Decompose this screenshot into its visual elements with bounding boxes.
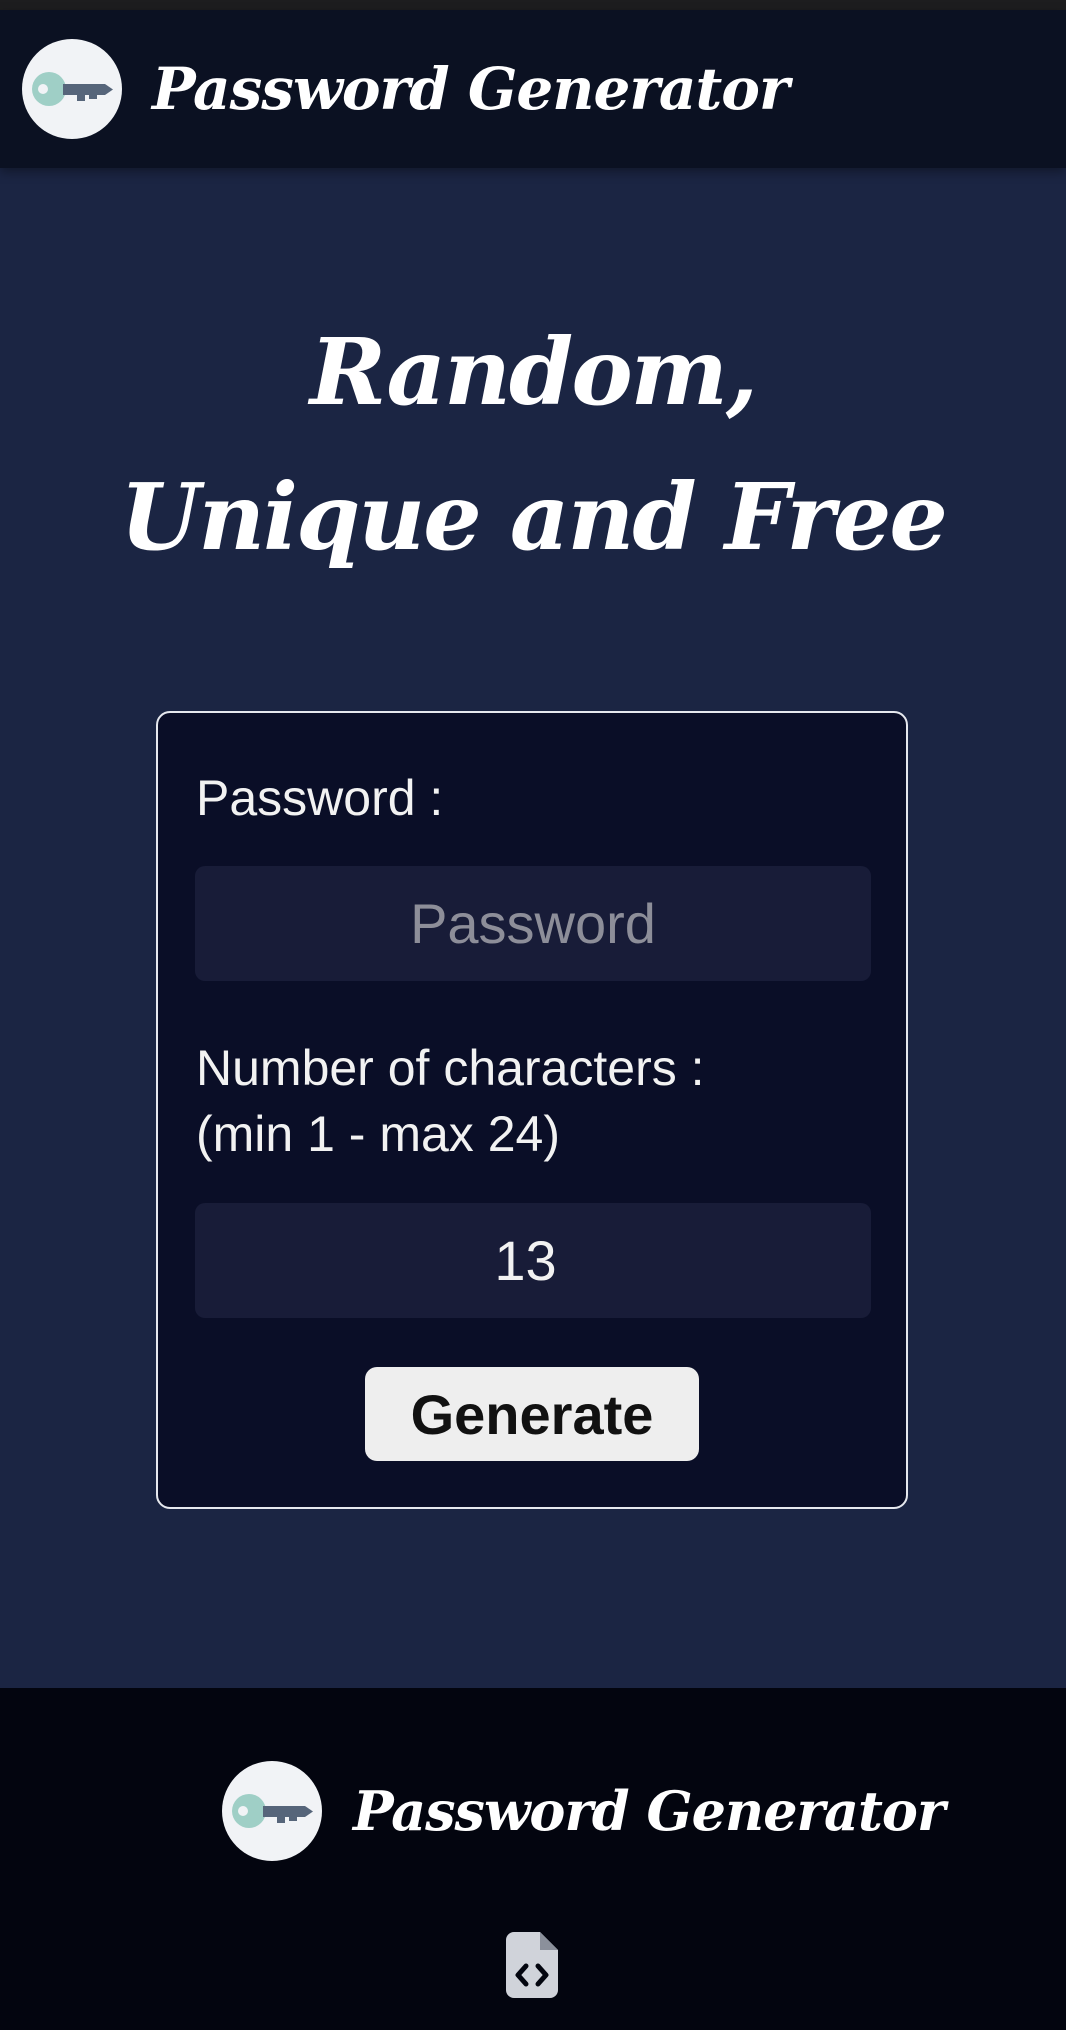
hero-heading: Random, Unique and Free bbox=[0, 300, 1066, 590]
app-header: Password Generator bbox=[0, 10, 1066, 168]
length-range-hint: (min 1 - max 24) bbox=[196, 1106, 560, 1162]
hero-line-1: Random, bbox=[309, 318, 758, 426]
footer-logo[interactable] bbox=[222, 1761, 322, 1861]
generator-card: Password : Number of characters : (min 1… bbox=[156, 711, 908, 1509]
code-file-icon[interactable] bbox=[506, 1932, 558, 1998]
app-footer: Password Generator bbox=[0, 1688, 1066, 2030]
generate-button[interactable]: Generate bbox=[365, 1367, 699, 1461]
password-label: Password : bbox=[196, 770, 444, 826]
footer-brand[interactable]: Password Generator bbox=[353, 1778, 945, 1844]
key-icon bbox=[32, 72, 113, 106]
status-strip bbox=[0, 0, 1066, 10]
key-icon bbox=[232, 1794, 313, 1828]
password-output-field[interactable] bbox=[195, 866, 871, 981]
length-label: Number of characters : bbox=[196, 1040, 705, 1096]
app-title[interactable]: Password Generator bbox=[152, 54, 790, 124]
header-logo[interactable] bbox=[22, 39, 122, 139]
length-input[interactable] bbox=[195, 1203, 871, 1318]
hero-line-2: Unique and Free bbox=[120, 463, 948, 571]
